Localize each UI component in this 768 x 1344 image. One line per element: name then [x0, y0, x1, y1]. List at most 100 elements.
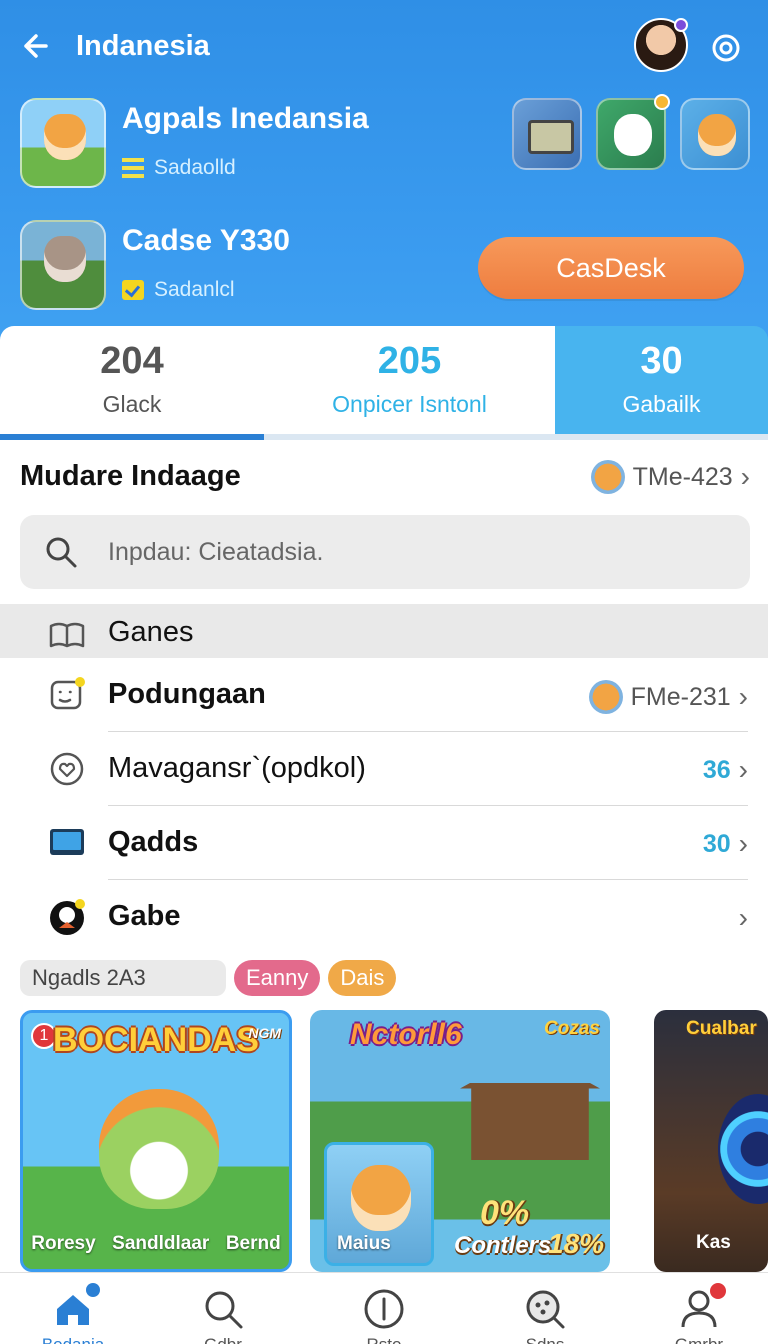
chevron-right-icon: ›	[738, 681, 748, 712]
book-icon	[49, 622, 85, 648]
chevron-right-icon: ›	[740, 461, 750, 492]
avatar-status-dot	[674, 18, 688, 32]
card-caption: Roresy	[31, 1233, 96, 1254]
notification-dot	[86, 1283, 100, 1297]
nav-label: Gmrbr	[675, 1335, 723, 1344]
nav-label: Rsto	[367, 1335, 402, 1344]
stat-label: Onpicer Isntonl	[332, 391, 487, 417]
nav-item-info[interactable]: Rsto	[359, 1287, 409, 1344]
card-caption: Sandldlaar	[112, 1233, 210, 1254]
chat-icon	[50, 677, 85, 710]
menu-item-qadds[interactable]: Qadds 30 ›	[0, 806, 768, 880]
card-corner-label: Cozas	[544, 1018, 600, 1039]
menu-label: Qadds	[108, 826, 199, 858]
menu-item-mavagansr[interactable]: Mavagansr`(opdkol) 36 ›	[0, 732, 768, 806]
back-button[interactable]	[18, 26, 58, 66]
portal-image	[718, 1094, 768, 1204]
menu-item-games[interactable]: Ganes	[0, 604, 768, 658]
search-bar	[20, 515, 750, 589]
nav-item-discover[interactable]: Sdns	[520, 1287, 570, 1344]
chevron-right-icon: ›	[738, 902, 748, 933]
stat-tab[interactable]: 30 Gabailk	[555, 326, 768, 436]
search-icon	[46, 537, 77, 568]
tag-filter[interactable]: Ngadls 2A3	[20, 960, 226, 996]
menu-label: Ganes	[108, 616, 194, 648]
stat-tab[interactable]: 204 Glack	[0, 326, 264, 436]
card-title: Nctorll6	[350, 1018, 462, 1051]
game-card[interactable]: Nctorll6 Cozas Maius 0% Contlers 18%	[310, 1010, 610, 1272]
stat-value: 205	[377, 340, 442, 382]
nav-label: Gdbr	[204, 1335, 242, 1344]
card-stat-percent: 18%	[548, 1228, 605, 1259]
menu-label: Podungaan	[108, 678, 266, 710]
search-input[interactable]	[108, 533, 718, 571]
page-title: Indanesia	[76, 30, 210, 62]
mini-app-orange-cat[interactable]	[680, 98, 750, 170]
stat-value: 204	[100, 340, 164, 382]
menu-item-meta: 36 ›	[703, 754, 748, 786]
tab-indicator	[0, 434, 264, 440]
section-title: Mudare Indaage	[20, 460, 241, 492]
house-image	[460, 1050, 600, 1160]
card-corner-label: NGM	[248, 1025, 281, 1041]
game-thumbnail	[20, 220, 106, 310]
settings-button[interactable]	[706, 28, 746, 68]
checkbox-icon	[122, 280, 144, 300]
game-name: Cadse Y330	[122, 224, 290, 257]
game-name: Agpals Inedansia	[122, 102, 369, 135]
menu-count: 30	[702, 829, 731, 858]
stats-tabs: 204 Glack 205 Onpicer Isntonl 30 Gabailk	[0, 326, 768, 440]
gear-icon	[712, 34, 740, 62]
notification-dot	[654, 94, 670, 110]
stat-label: Gabailk	[622, 391, 701, 417]
card-label: Kas	[696, 1232, 731, 1253]
section-link[interactable]: TMe-423 ›	[590, 460, 750, 494]
cat-coin-icon	[590, 460, 625, 494]
tab-indicator-track	[0, 434, 768, 440]
game-thumbnail	[20, 98, 106, 188]
casdesk-button[interactable]: CasDesk	[478, 237, 744, 299]
back-arrow-icon	[24, 34, 48, 58]
menu-label: Mavagansr`(opdkol)	[108, 752, 366, 784]
game-card-carousel: 1 BOCIANDAS NGM Roresy Sandldlaar Bernd …	[20, 1010, 768, 1272]
menu-count: 36	[702, 755, 731, 784]
menu-label: Gabe	[108, 900, 181, 932]
menu-list: Ganes Podungaan FMe-231 › Mavagansr`(opd…	[0, 604, 768, 954]
stat-label: Glack	[102, 391, 162, 417]
section-header: Mudare Indaage TMe-423 ›	[20, 456, 750, 500]
top-bar: Indanesia	[0, 18, 768, 78]
card-caption: Bernd	[225, 1233, 281, 1254]
nav-label: Sdns	[526, 1335, 565, 1344]
tag-chip[interactable]: Dais	[328, 960, 397, 996]
chevron-right-icon: ›	[738, 828, 748, 859]
game-card[interactable]: Cualbar Kas	[654, 1010, 768, 1272]
menu-item-meta: 30 ›	[703, 828, 748, 860]
avatar[interactable]	[634, 18, 688, 72]
character-icon	[50, 899, 85, 935]
cat-mascot-image	[99, 1089, 219, 1209]
notification-dot	[710, 1283, 726, 1299]
info-icon	[364, 1289, 404, 1329]
stat-tab[interactable]: 205 Onpicer Isntonl	[264, 326, 555, 436]
mini-app-white-cat[interactable]	[596, 94, 670, 170]
nav-item-profile[interactable]: Gmrbr	[674, 1283, 726, 1344]
inset-label: Maius	[337, 1233, 391, 1254]
menu-item-meta: ›	[739, 902, 748, 934]
nav-item-home[interactable]: Bodania	[42, 1283, 104, 1344]
menu-item-gabe[interactable]: Gabe ›	[0, 880, 768, 954]
settings-icon	[50, 752, 84, 786]
menu-item-podungaan[interactable]: Podungaan FMe-231 ›	[0, 658, 768, 732]
chevron-right-icon: ›	[738, 754, 748, 785]
card-stat-value: 0%	[480, 1194, 530, 1232]
mini-app-truck[interactable]	[512, 98, 582, 170]
bottom-nav: Bodania Gdbr Rsto Sdns Gmrbr	[0, 1272, 768, 1344]
screen-icon	[50, 829, 84, 855]
menu-item-meta: FMe-231 ›	[588, 680, 748, 714]
game-status-text: Sadaolld	[154, 156, 236, 179]
section-link-text: TMe-423	[632, 462, 733, 491]
nav-item-search[interactable]: Gdbr	[198, 1287, 248, 1344]
search-icon	[205, 1291, 243, 1329]
tag-chip[interactable]: Eanny	[234, 960, 321, 996]
game-card[interactable]: 1 BOCIANDAS NGM Roresy Sandldlaar Bernd	[20, 1010, 292, 1272]
card-corner-label: Cualbar	[686, 1018, 757, 1039]
